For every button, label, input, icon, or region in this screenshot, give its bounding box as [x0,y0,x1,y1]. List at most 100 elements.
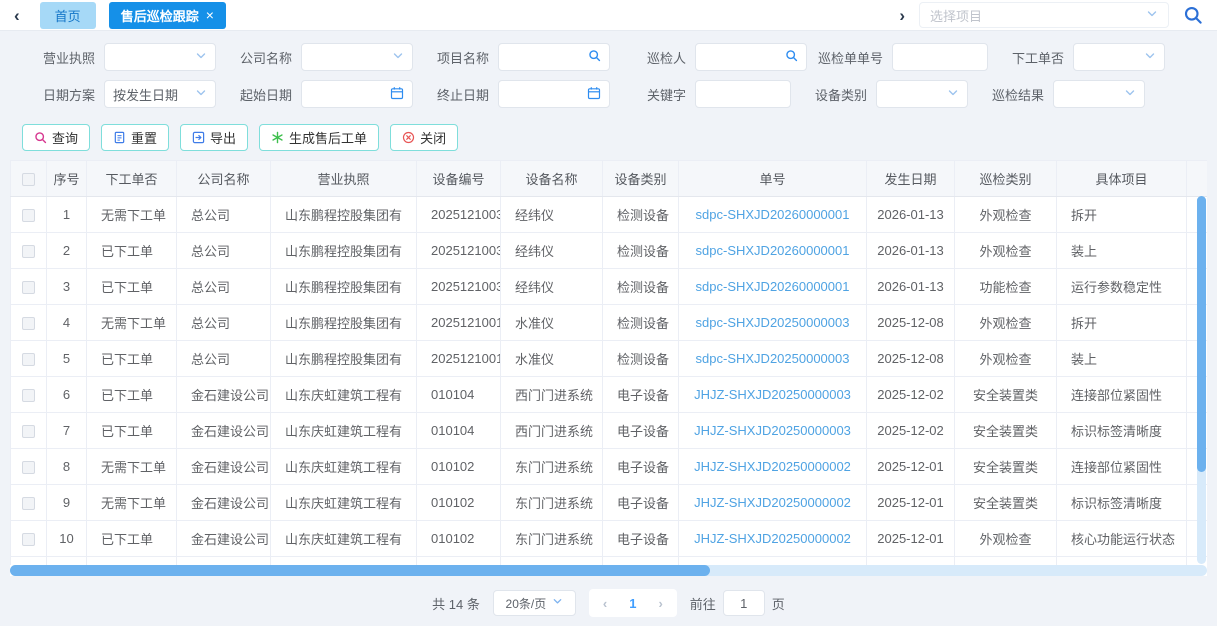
table-cell: 已下工单 [87,233,177,269]
company-name-select[interactable] [301,43,413,71]
table-cell: 装上 [1057,233,1187,269]
generate-work-order-button[interactable]: 生成售后工单 [259,124,379,151]
order-number-link[interactable]: JHJZ-SHXJD20250000003 [694,423,851,438]
table-cell: 连接部位紧固性 [1057,449,1187,485]
inspector-input[interactable] [695,43,807,71]
table-cell: 总公司 [177,269,271,305]
device-type-select[interactable] [876,80,968,108]
export-button[interactable]: 导出 [180,124,248,151]
column-header: 发生日期 [867,161,955,197]
back-icon[interactable]: ‹ [14,7,20,24]
order-number-link[interactable]: sdpc-SHXJD20260000001 [696,279,850,294]
close-button[interactable]: 关闭 [390,124,458,151]
current-page[interactable]: 1 [629,596,636,611]
project-name-input[interactable] [498,43,610,71]
row-checkbox[interactable] [22,533,35,546]
goto-page-input[interactable] [723,590,765,616]
start-date-date-input[interactable] [301,80,413,108]
vertical-scrollbar[interactable] [1197,196,1206,564]
close-icon[interactable]: × [206,8,214,22]
column-header: 设备名称 [501,161,603,197]
filter-field-company-name: 公司名称 [219,43,413,71]
end-date-date-input[interactable] [498,80,610,108]
query-button[interactable]: 查询 [22,124,90,151]
order-number-link[interactable]: sdpc-SHXJD20260000001 [696,207,850,222]
business-license-select[interactable] [104,43,216,71]
order-number-link[interactable]: sdpc-SHXJD20260000001 [696,243,850,258]
table-cell: 安全装置类 [955,377,1057,413]
order-number-link[interactable]: JHJZ-SHXJD20250000003 [694,387,851,402]
table-row: 2已下工单总公司山东鹏程控股集团有2025121003经纬仪检测设备sdpc-S… [11,233,1208,269]
filter-label-inspector: 巡检人 [613,48,695,67]
table-cell: 6 [47,377,87,413]
chevron-down-icon [195,87,207,102]
tab-after-sales-inspection[interactable]: 售后巡检跟踪 × [109,2,226,29]
button-label: 生成售后工单 [289,128,367,147]
horizontal-scrollbar[interactable] [10,565,1207,576]
row-checkbox[interactable] [22,461,35,474]
prev-page-icon[interactable]: ‹ [603,596,607,611]
row-checkbox[interactable] [22,281,35,294]
table-cell: 金石建设公司 [177,557,271,566]
search-icon[interactable] [1183,5,1203,25]
row-checkbox[interactable] [22,389,35,402]
next-page-icon[interactable]: › [658,596,662,611]
row-checkbox[interactable] [22,245,35,258]
row-checkbox[interactable] [22,209,35,222]
table-cell: 无需下工单 [87,449,177,485]
row-checkbox[interactable] [22,425,35,438]
data-table-wrap: 序号下工单否公司名称营业执照设备编号设备名称设备类别单号发生日期巡检类别具体项目… [10,160,1207,576]
date-scheme-select[interactable]: 按发生日期 [104,80,216,108]
keyword-input[interactable] [695,80,791,108]
button-label: 查询 [52,128,78,147]
filter-field-date-scheme: 日期方案按发生日期 [22,80,216,108]
forward-icon[interactable]: › [899,7,905,24]
reset-button[interactable]: 重置 [101,124,169,151]
asterisk-icon [271,131,284,144]
order-number-link[interactable]: sdpc-SHXJD20250000003 [696,351,850,366]
order-number-link[interactable]: sdpc-SHXJD20250000003 [696,315,850,330]
filter-field-device-type: 设备类别 [794,80,968,108]
select-all-checkbox[interactable] [22,173,35,186]
table-cell: 水准仪 [501,341,603,377]
table-cell: 检测设备 [603,269,679,305]
table-cell: 安全装置类 [955,413,1057,449]
vertical-scrollbar-thumb[interactable] [1197,196,1206,472]
filter-panel: 营业执照公司名称项目名称巡检人巡检单单号下工单否 日期方案按发生日期起始日期终止… [0,31,1217,119]
filter-label-date-scheme: 日期方案 [22,85,104,104]
table-cell: 2025-12-01 [867,449,955,485]
order-number-link[interactable]: JHJZ-SHXJD20250000002 [694,459,851,474]
table-row: 7已下工单金石建设公司山东庆虹建筑工程有010104西门门进系统电子设备JHJZ… [11,413,1208,449]
filter-label-keyword: 关键字 [613,85,695,104]
filter-row-2: 日期方案按发生日期起始日期终止日期关键字设备类别巡检结果 [22,80,1217,108]
row-checkbox[interactable] [22,497,35,510]
table-cell: 山东鹏程控股集团有 [271,269,417,305]
table-cell: 核心功能运行状态 [1057,521,1187,557]
inspection-result-select[interactable] [1053,80,1145,108]
work-order-flag-select[interactable] [1073,43,1165,71]
button-label: 关闭 [420,128,446,147]
project-select[interactable]: 选择项目 [919,2,1169,28]
page-size-select[interactable]: 20条/页 [493,590,576,616]
table-cell: 安全装置类 [955,449,1057,485]
table-cell: 山东鹏程控股集团有 [271,233,417,269]
tab-home[interactable]: 首页 [40,2,96,29]
row-checkbox[interactable] [22,353,35,366]
table-cell: 金石建设公司 [177,377,271,413]
row-checkbox[interactable] [22,317,35,330]
button-label: 重置 [131,128,157,147]
table-cell: 外观检查 [955,521,1057,557]
field-value: 按发生日期 [113,85,195,104]
table-cell: 010104 [417,377,501,413]
table-cell: 2025-12-01 [867,485,955,521]
horizontal-scrollbar-thumb[interactable] [10,565,710,576]
order-number-link[interactable]: JHJZ-SHXJD20250000002 [694,531,851,546]
table-cell: 山东鹏程控股集团有 [271,197,417,233]
inspection-no-input[interactable] [892,43,988,71]
table-cell: 西门门进系统 [501,413,603,449]
table-cell: 总公司 [177,197,271,233]
table-cell: 外观检查 [955,305,1057,341]
table-row: 8无需下工单金石建设公司山东庆虹建筑工程有010102东门门进系统电子设备JHJ… [11,449,1208,485]
order-number-link[interactable]: JHJZ-SHXJD20250000002 [694,495,851,510]
table-cell: 功能检查 [955,269,1057,305]
